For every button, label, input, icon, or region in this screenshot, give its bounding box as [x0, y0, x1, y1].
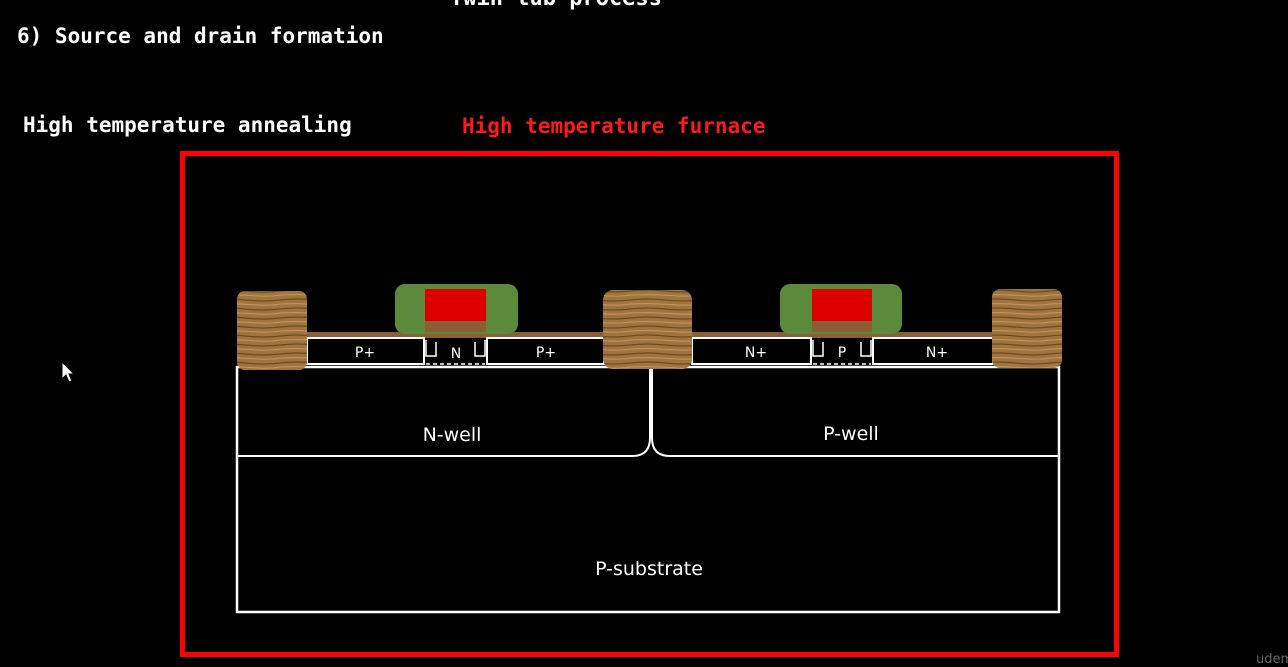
- field-oxide-right: [992, 289, 1062, 368]
- p-substrate-label: P-substrate: [595, 558, 703, 580]
- nmos-channel-label: P: [838, 345, 846, 361]
- pmos-ldd-right: [474, 340, 486, 357]
- cmos-cross-section-diagram: P+ N P+ N+ P N+ N-well P-well P-substrat…: [235, 284, 1062, 614]
- mouse-cursor-icon: [61, 361, 76, 383]
- watermark: udem: [1256, 652, 1288, 667]
- pmos-gate-oxide: [425, 321, 486, 332]
- pmos-drain-label: P+: [536, 345, 556, 361]
- nmos-gate: [812, 289, 872, 321]
- nmos-ldd-left: [812, 340, 824, 357]
- nmos-ldd-right: [860, 340, 872, 357]
- pmos-gate: [425, 289, 486, 321]
- pmos-source-label: P+: [355, 345, 375, 361]
- p-well-label: P-well: [823, 423, 879, 445]
- pmos-ldd-left: [425, 340, 437, 357]
- n-well-label: N-well: [423, 424, 482, 446]
- nmos-gate-oxide: [812, 321, 872, 332]
- field-oxide-center: [603, 290, 692, 369]
- nmos-source-label: N+: [745, 345, 767, 361]
- nmos-drain-label: N+: [926, 345, 948, 361]
- field-oxide-left: [237, 291, 307, 370]
- pmos-channel-label: N: [451, 346, 461, 362]
